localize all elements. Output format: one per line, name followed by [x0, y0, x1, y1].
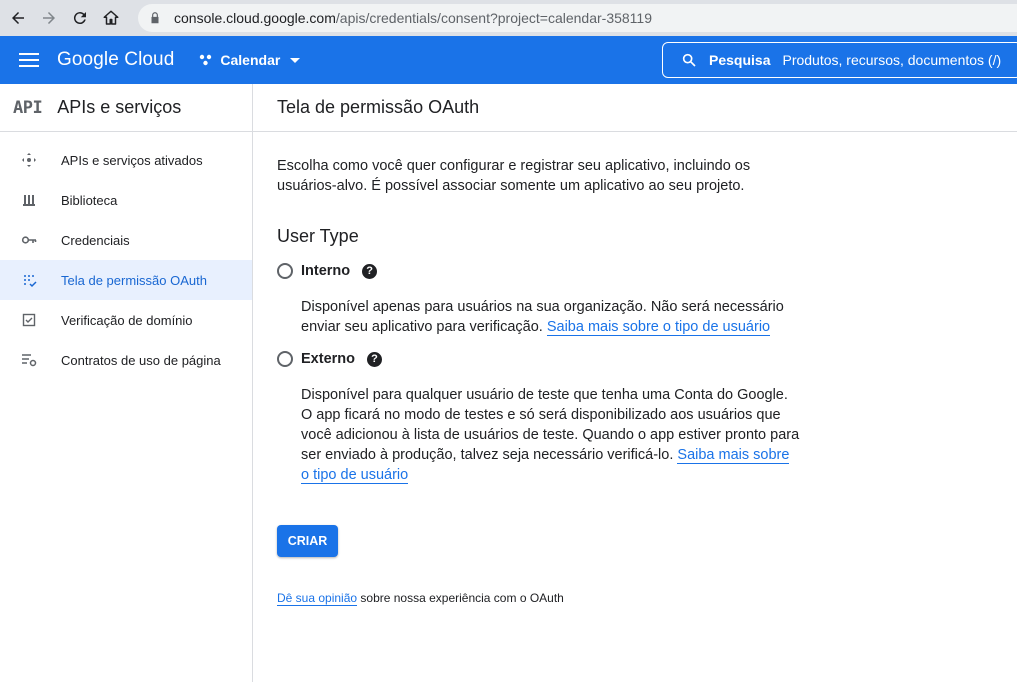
radio-internal-label[interactable]: Interno [301, 263, 350, 279]
sidebar-item-label: APIs e serviços ativados [61, 152, 203, 168]
radio-external-label[interactable]: Externo [301, 351, 355, 367]
google-cloud-logo[interactable]: Google Cloud [57, 49, 174, 71]
help-icon[interactable]: ? [367, 351, 382, 367]
feedback-text: Dê sua opinião sobre nossa experiência c… [277, 591, 813, 606]
create-button[interactable]: CRIAR [277, 525, 338, 557]
library-icon [21, 192, 37, 208]
dashboard-icon [21, 152, 37, 168]
project-name: Calendar [220, 52, 281, 68]
address-bar[interactable]: console.cloud.google.com/apis/credential… [138, 4, 1017, 32]
sidebar: API APIs e serviços APIs e serviços ativ… [0, 84, 253, 682]
search-icon [682, 53, 696, 67]
project-picker[interactable]: Calendar [198, 52, 301, 68]
sidebar-header: API APIs e serviços [0, 84, 252, 132]
external-description: Disponível para qualquer usuário de test… [301, 385, 801, 485]
sidebar-item-enabled-apis[interactable]: APIs e serviços ativados [0, 140, 252, 180]
reload-icon[interactable] [67, 5, 93, 31]
checkbox-icon [21, 312, 37, 328]
url-host: console.cloud.google.com [174, 10, 336, 26]
radio-internal[interactable] [277, 263, 293, 279]
menu-icon[interactable] [17, 48, 41, 72]
sidebar-item-credentials[interactable]: Credenciais [0, 220, 252, 260]
top-header: Google Cloud Calendar Pesquisa Produtos,… [0, 36, 1017, 84]
learn-more-link-internal[interactable]: Saiba mais sobre o tipo de usuário [546, 319, 771, 336]
search-input[interactable]: Pesquisa Produtos, recursos, documentos … [662, 42, 1017, 78]
url-path: /apis/credentials/consent?project=calend… [335, 10, 653, 26]
consent-icon [21, 272, 37, 288]
project-icon [200, 54, 212, 66]
sidebar-item-label: Tela de permissão OAuth [61, 272, 207, 288]
sidebar-item-label: Verificação de domínio [61, 312, 193, 328]
forward-icon[interactable] [36, 5, 62, 31]
user-type-heading: User Type [277, 226, 359, 246]
sidebar-item-label: Credenciais [61, 232, 130, 248]
intro-text: Escolha como você quer configurar e regi… [277, 158, 751, 194]
back-icon[interactable] [5, 5, 31, 31]
sidebar-item-library[interactable]: Biblioteca [0, 180, 252, 220]
sidebar-item-domain-verification[interactable]: Verificação de domínio [0, 300, 252, 340]
lock-icon [151, 12, 159, 24]
feedback-suffix: sobre nossa experiência com o OAuth [357, 591, 564, 605]
page-title-bar: Tela de permissão OAuth [253, 84, 1017, 132]
api-logo: API [13, 97, 43, 118]
main-content: Tela de permissão OAuth Escolha como voc… [253, 84, 1017, 682]
home-icon[interactable] [98, 5, 124, 31]
sidebar-item-label: Biblioteca [61, 192, 118, 208]
sidebar-item-label: Contratos de uso de página [61, 352, 221, 368]
internal-description: Disponível apenas para usuários na sua o… [301, 297, 801, 337]
radio-external[interactable] [277, 351, 293, 367]
search-label: Pesquisa [709, 52, 771, 68]
chevron-down-icon [290, 57, 301, 63]
sidebar-item-oauth-consent[interactable]: Tela de permissão OAuth [0, 260, 252, 300]
help-icon[interactable]: ? [362, 263, 378, 279]
key-icon [21, 232, 37, 248]
search-placeholder: Produtos, recursos, documentos (/) [782, 52, 1002, 68]
settings-list-icon [21, 352, 37, 368]
sidebar-title: APIs e serviços [57, 97, 182, 117]
sidebar-item-page-usage[interactable]: Contratos de uso de página [0, 340, 252, 380]
page-title: Tela de permissão OAuth [277, 97, 480, 117]
browser-toolbar: console.cloud.google.com/apis/credential… [0, 0, 1017, 36]
feedback-link[interactable]: Dê sua opinião [277, 591, 358, 606]
